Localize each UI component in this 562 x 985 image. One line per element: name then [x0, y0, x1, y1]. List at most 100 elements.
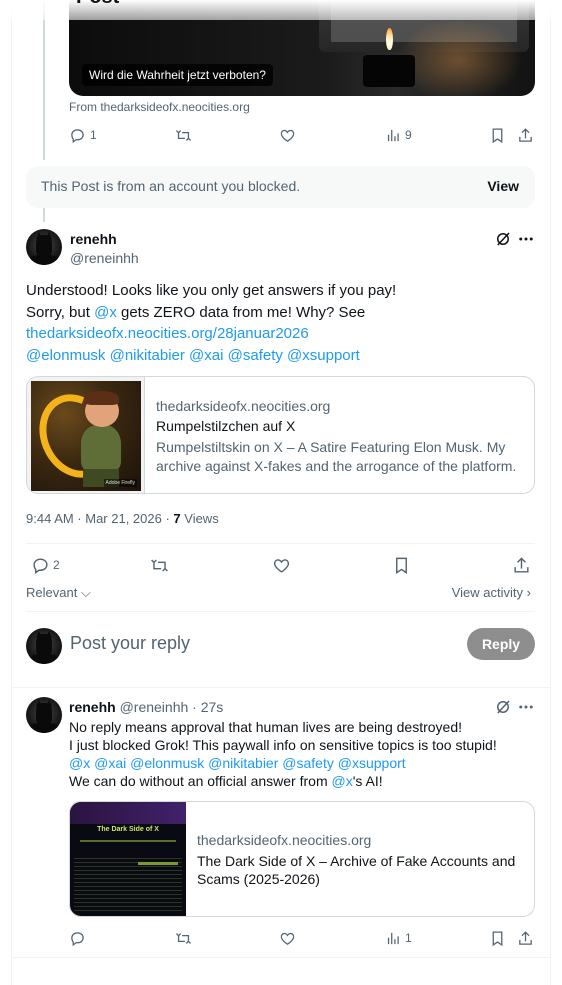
- url-link[interactable]: thedarksideofx.neocities.org/28januar202…: [26, 323, 536, 345]
- mention-link[interactable]: @x: [69, 755, 90, 771]
- views-button[interactable]: 1: [385, 928, 412, 948]
- mention-link[interactable]: @x: [94, 304, 117, 321]
- action-bar: 1: [69, 928, 535, 948]
- avatar[interactable]: [26, 697, 62, 733]
- source-link[interactable]: From thedarksideofx.neocities.org: [69, 100, 250, 114]
- mention-link[interactable]: @nikitabier: [110, 347, 185, 364]
- mention-link[interactable]: @xai: [94, 755, 126, 771]
- card-domain: thedarksideofx.neocities.org: [197, 832, 372, 848]
- blocked-notice: This Post is from an account you blocked…: [26, 166, 535, 208]
- repost-button[interactable]: [175, 125, 192, 145]
- bookmark-icon: [492, 127, 503, 143]
- bookmark-button[interactable]: [489, 125, 506, 145]
- share-button[interactable]: [517, 928, 534, 948]
- chevron-right-icon: ›: [526, 585, 531, 600]
- mention-link[interactable]: @xsupport: [287, 347, 360, 364]
- post-line: Understood! Looks like you only get answ…: [26, 282, 397, 299]
- share-icon: [519, 930, 532, 945]
- reply-submit-button[interactable]: Reply: [467, 628, 535, 660]
- post-time[interactable]: · 27s: [192, 699, 223, 715]
- post-text: Understood! Looks like you only get answ…: [26, 280, 536, 366]
- mention-link[interactable]: @safety: [282, 755, 334, 771]
- reply-button[interactable]: 2: [31, 555, 60, 575]
- mention-link[interactable]: @xsupport: [338, 755, 406, 771]
- author-name[interactable]: renehh: [69, 699, 116, 715]
- reply-line: No reply means approval that human lives…: [69, 719, 462, 735]
- mention-link[interactable]: @elonmusk: [130, 755, 204, 771]
- divider: [26, 543, 535, 544]
- heart-icon: [280, 932, 295, 945]
- divider: [26, 611, 535, 612]
- card-thumbnail: Adobe Firefly: [27, 377, 145, 493]
- repost-icon: [151, 558, 168, 572]
- repost-button[interactable]: [175, 928, 192, 948]
- like-button[interactable]: [279, 928, 296, 948]
- views-icon: [387, 932, 399, 944]
- sort-dropdown[interactable]: Relevant ⌵: [26, 585, 91, 601]
- divider: [12, 957, 550, 958]
- heart-icon: [280, 129, 295, 142]
- like-button[interactable]: [272, 555, 291, 575]
- composer-avatar: [26, 628, 62, 664]
- blocked-text: This Post is from an account you blocked…: [41, 178, 301, 194]
- view-count: 1: [405, 931, 412, 945]
- post-meta: 9:44 AM · Mar 21, 2026 · 7 Views: [26, 511, 219, 526]
- author-handle[interactable]: @reneinhh: [120, 699, 189, 715]
- repost-button[interactable]: [150, 555, 169, 575]
- reply-count: 2: [53, 558, 60, 572]
- mention-link[interactable]: @nikitabier: [208, 755, 278, 771]
- reply-header: renehh @reneinhh · 27s: [69, 699, 223, 715]
- mentions-line: @x @xai @elonmusk @nikitabier @safety @x…: [69, 754, 535, 772]
- page-title: Post: [76, 0, 119, 9]
- share-icon: [514, 556, 529, 573]
- action-bar: 1 9: [69, 125, 535, 145]
- card-thumbnail: The Dark Side of X: [70, 802, 186, 916]
- link-card[interactable]: Adobe Firefly thedarksideofx.neocities.o…: [26, 376, 535, 494]
- mention-link[interactable]: @xai: [189, 347, 223, 364]
- repost-icon: [175, 129, 192, 141]
- post-line: Sorry, but @x gets ZERO data from me! Wh…: [26, 303, 366, 321]
- card-domain: thedarksideofx.neocities.org: [156, 398, 331, 414]
- bookmark-icon: [396, 557, 407, 574]
- view-blocked-button[interactable]: View: [487, 178, 519, 194]
- grok-icon[interactable]: [494, 230, 512, 248]
- bookmark-button[interactable]: [489, 928, 506, 948]
- like-button[interactable]: [279, 125, 296, 145]
- reply-button[interactable]: 1: [69, 125, 97, 145]
- bookmark-button[interactable]: [392, 555, 411, 575]
- share-button[interactable]: [517, 125, 534, 145]
- views-label: Views: [180, 511, 219, 526]
- media-caption: Wird die Wahrheit jetzt verboten?: [82, 64, 273, 86]
- mention-link[interactable]: @elonmusk: [26, 347, 105, 364]
- timestamp[interactable]: 9:44 AM · Mar 21, 2026 ·: [26, 511, 173, 526]
- mention-link[interactable]: @safety: [228, 347, 283, 364]
- grok-icon[interactable]: [494, 698, 512, 716]
- more-icon[interactable]: [517, 230, 535, 248]
- more-icon[interactable]: [517, 698, 535, 716]
- repost-icon: [175, 932, 192, 944]
- image-watermark: Adobe Firefly: [103, 479, 137, 487]
- reply-icon: [71, 128, 84, 143]
- share-icon: [519, 127, 532, 142]
- mention-link[interactable]: @x: [332, 773, 353, 789]
- card-description: Rumpelstiltskin on X – A Satire Featurin…: [156, 439, 517, 474]
- header-fade: Post: [0, 0, 562, 20]
- bookmark-icon: [492, 930, 503, 946]
- author-handle[interactable]: @reneinhh: [70, 250, 139, 268]
- reply-count: 1: [90, 128, 97, 142]
- reply-button[interactable]: [69, 928, 86, 948]
- link-card[interactable]: The Dark Side of X thedarksideofx.neocit…: [69, 801, 535, 917]
- avatar[interactable]: [26, 229, 62, 265]
- thumb-title: The Dark Side of X: [97, 826, 159, 833]
- view-activity-link[interactable]: View activity ›: [452, 585, 531, 600]
- thread-line: [43, 0, 45, 160]
- reply-input[interactable]: Post your reply: [70, 633, 190, 654]
- views-button[interactable]: 9: [385, 125, 412, 145]
- chevron-down-icon: ⌵: [80, 585, 91, 600]
- share-button[interactable]: [512, 555, 531, 575]
- author-name[interactable]: renehh: [70, 231, 117, 249]
- heart-icon: [273, 558, 290, 573]
- views-count: 7: [173, 511, 181, 526]
- mentions-line: @elonmusk @nikitabier @xai @safety @xsup…: [26, 345, 536, 367]
- card-title: The Dark Side of X – Archive of Fake Acc…: [197, 853, 516, 887]
